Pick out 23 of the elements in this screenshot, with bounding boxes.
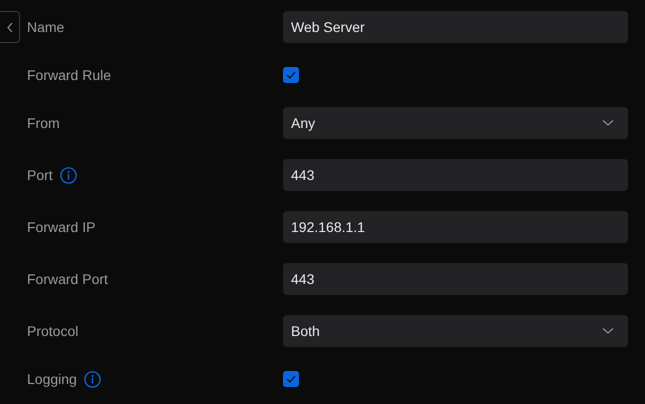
checkbox[interactable] [283,67,299,83]
chevron-down-icon [602,327,614,335]
field-label: Forward Port [27,271,108,287]
info-icon[interactable] [60,166,77,184]
text-field[interactable]: 443 [283,263,628,295]
text-field[interactable]: Web Server [283,11,628,43]
text-field[interactable]: 192.168.1.1 [283,211,628,243]
checkbox[interactable] [283,371,299,387]
field-label: Forward Rule [27,67,112,83]
field-label: From [27,115,60,131]
field-label: Name [27,19,64,35]
dropdown[interactable]: Both [283,315,628,347]
field-label: Logging [27,371,77,387]
field-label: Forward IP [27,219,96,235]
chevron-down-icon [602,119,614,127]
field-label: Port [27,167,53,183]
text-field[interactable]: 443 [283,159,628,191]
field-label: Protocol [27,323,78,339]
chevron-left-icon [7,22,13,32]
check-icon [286,375,296,383]
info-icon[interactable] [84,370,101,388]
dropdown[interactable]: Any [283,107,628,139]
check-icon [286,71,296,79]
